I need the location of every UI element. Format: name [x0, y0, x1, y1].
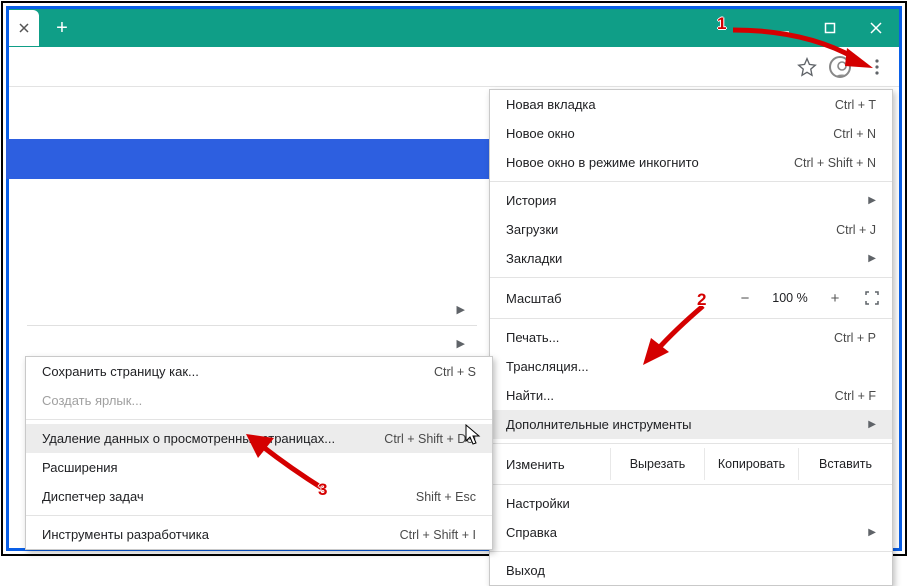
menu-new-window[interactable]: Новое окно Ctrl + N [490, 119, 892, 148]
menu-separator [490, 443, 892, 444]
chevron-right-icon: ▶ [868, 419, 876, 430]
menu-label: Удаление данных о просмотренных страница… [42, 431, 384, 446]
fullscreen-icon[interactable] [852, 291, 892, 305]
menu-shortcut: Ctrl + S [434, 365, 476, 379]
zoom-out-button[interactable]: − [728, 290, 762, 307]
page-header-band [6, 139, 490, 179]
menu-label: Трансляция... [506, 359, 876, 374]
menu-separator [26, 419, 492, 420]
star-icon[interactable] [797, 57, 817, 77]
page-row-chevron: ▶ [27, 325, 477, 355]
menu-label: Настройки [506, 496, 876, 511]
menu-label: Диспетчер задач [42, 489, 416, 504]
menu-label: Загрузки [506, 222, 836, 237]
submenu-clear-browsing-data[interactable]: Удаление данных о просмотренных страница… [26, 424, 492, 453]
zoom-in-button[interactable]: + [818, 290, 852, 307]
menu-label: Инструменты разработчика [42, 527, 400, 542]
menu-label: Создать ярлык... [42, 393, 476, 408]
edit-cut-button[interactable]: Вырезать [610, 448, 704, 480]
menu-label: Изменить [490, 448, 610, 480]
submenu-save-page[interactable]: Сохранить страницу как... Ctrl + S [26, 357, 492, 386]
window-controls [761, 9, 899, 47]
menu-find[interactable]: Найти... Ctrl + F [490, 381, 892, 410]
menu-separator [490, 277, 892, 278]
chrome-window: + ▶ ▶ Новая вкладка Ct [6, 6, 902, 551]
edit-paste-button[interactable]: Вставить [798, 448, 892, 480]
menu-more-tools[interactable]: Дополнительные инструменты ▶ [490, 410, 892, 439]
menu-label: Новая вкладка [506, 97, 835, 112]
menu-label: История [506, 193, 860, 208]
menu-label: Масштаб [506, 291, 728, 306]
submenu-create-shortcut[interactable]: Создать ярлык... [26, 386, 492, 415]
submenu-task-manager[interactable]: Диспетчер задач Shift + Esc [26, 482, 492, 511]
profile-avatar[interactable] [829, 56, 851, 78]
zoom-value: 100 % [762, 291, 818, 305]
minimize-button[interactable] [761, 9, 807, 47]
toolbar [9, 47, 899, 87]
menu-label: Найти... [506, 388, 835, 403]
menu-print[interactable]: Печать... Ctrl + P [490, 323, 892, 352]
menu-shortcut: Ctrl + P [834, 331, 876, 345]
menu-label: Печать... [506, 330, 834, 345]
menu-new-tab[interactable]: Новая вкладка Ctrl + T [490, 90, 892, 119]
menu-edit-row: Изменить Вырезать Копировать Вставить [490, 448, 892, 480]
menu-shortcut: Ctrl + F [835, 389, 876, 403]
menu-label: Закладки [506, 251, 860, 266]
kebab-menu-icon[interactable] [863, 53, 891, 81]
menu-shortcut: Shift + Esc [416, 490, 476, 504]
window-close-button[interactable] [853, 9, 899, 47]
menu-label: Дополнительные инструменты [506, 417, 860, 432]
maximize-button[interactable] [807, 9, 853, 47]
chevron-right-icon: ▶ [868, 195, 876, 206]
close-tab-button[interactable] [9, 10, 39, 46]
chevron-right-icon: ▶ [868, 253, 876, 264]
menu-shortcut: Ctrl + N [833, 127, 876, 141]
menu-label: Справка [506, 525, 860, 540]
page-row-chevron: ▶ [27, 294, 477, 324]
menu-shortcut: Ctrl + Shift + N [794, 156, 876, 170]
chrome-main-menu: Новая вкладка Ctrl + T Новое окно Ctrl +… [489, 89, 893, 586]
menu-bookmarks[interactable]: Закладки ▶ [490, 244, 892, 273]
annotation-number-1: 1 [717, 14, 726, 34]
menu-cast[interactable]: Трансляция... [490, 352, 892, 381]
menu-separator [490, 318, 892, 319]
menu-label: Расширения [42, 460, 476, 475]
menu-label: Сохранить страницу как... [42, 364, 434, 379]
submenu-extensions[interactable]: Расширения [26, 453, 492, 482]
edit-copy-button[interactable]: Копировать [704, 448, 798, 480]
menu-settings[interactable]: Настройки [490, 489, 892, 518]
menu-shortcut: Ctrl + J [836, 223, 876, 237]
new-tab-button[interactable]: + [49, 14, 75, 42]
menu-separator [490, 484, 892, 485]
menu-label: Новое окно в режиме инкогнито [506, 155, 794, 170]
more-tools-submenu: Сохранить страницу как... Ctrl + S Созда… [25, 356, 493, 550]
menu-exit[interactable]: Выход [490, 556, 892, 585]
menu-separator [26, 515, 492, 516]
titlebar: + [9, 9, 899, 47]
submenu-developer-tools[interactable]: Инструменты разработчика Ctrl + Shift + … [26, 520, 492, 549]
menu-history[interactable]: История ▶ [490, 186, 892, 215]
menu-label: Выход [506, 563, 876, 578]
chevron-right-icon: ▶ [868, 527, 876, 538]
screenshot-frame: + ▶ ▶ Новая вкладка Ct [1, 1, 907, 556]
menu-label: Новое окно [506, 126, 833, 141]
menu-separator [490, 551, 892, 552]
menu-shortcut: Ctrl + Shift + I [400, 528, 476, 542]
menu-help[interactable]: Справка ▶ [490, 518, 892, 547]
menu-shortcut: Ctrl + Shift + Del [384, 432, 476, 446]
annotation-number-2: 2 [697, 290, 706, 310]
annotation-number-3: 3 [318, 480, 327, 500]
menu-downloads[interactable]: Загрузки Ctrl + J [490, 215, 892, 244]
menu-separator [490, 181, 892, 182]
menu-zoom: Масштаб − 100 % + [490, 282, 892, 314]
menu-incognito[interactable]: Новое окно в режиме инкогнито Ctrl + Shi… [490, 148, 892, 177]
menu-shortcut: Ctrl + T [835, 98, 876, 112]
